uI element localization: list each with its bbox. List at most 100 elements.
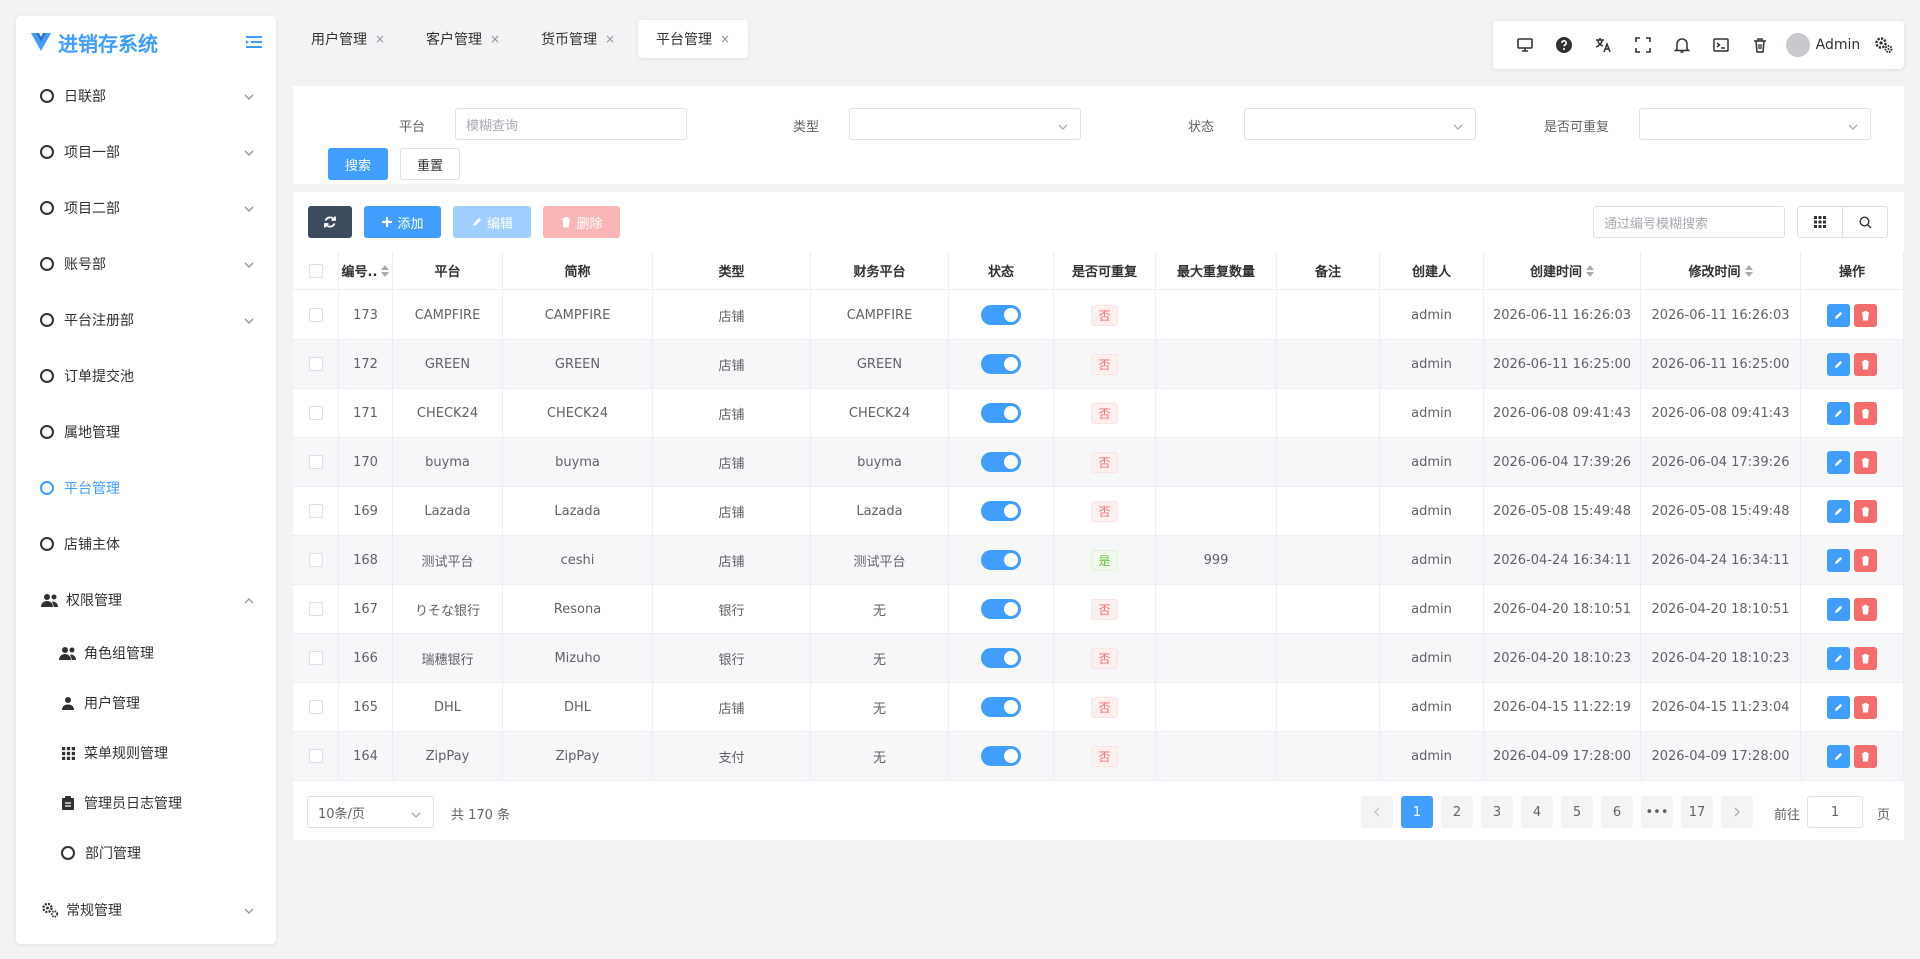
bell-icon[interactable] bbox=[1662, 25, 1701, 65]
table-row[interactable]: 166 瑞穗银行 Mizuho 银行 无 否 admin 2026-04-20 18:10:2… bbox=[293, 634, 1904, 683]
sort-icon[interactable] bbox=[381, 264, 390, 277]
id-search-input[interactable]: 通过编号模糊搜索 bbox=[1593, 206, 1785, 238]
col-created-header[interactable]: 创建时间 bbox=[1484, 252, 1641, 289]
sort-icon[interactable] bbox=[1744, 264, 1753, 277]
page-5-button[interactable]: 5 bbox=[1561, 796, 1593, 828]
repeat-filter-select[interactable] bbox=[1639, 108, 1871, 140]
row-delete-button[interactable] bbox=[1854, 695, 1877, 719]
table-row[interactable]: 173 CAMPFIRE CAMPFIRE 店铺 CAMPFIRE 否 admin 2026-… bbox=[293, 291, 1904, 340]
fullscreen-icon[interactable] bbox=[1623, 25, 1662, 65]
prev-page-button[interactable] bbox=[1361, 796, 1393, 828]
edit-button[interactable]: 编辑 bbox=[453, 206, 531, 238]
goto-page-input[interactable]: 1 bbox=[1807, 796, 1863, 828]
row-checkbox[interactable] bbox=[308, 602, 323, 616]
row-edit-button[interactable] bbox=[1827, 352, 1850, 376]
status-switch[interactable] bbox=[981, 354, 1021, 374]
page-size-select[interactable]: 10条/页 bbox=[307, 796, 434, 828]
page-17-button[interactable]: 17 bbox=[1681, 796, 1713, 828]
row-edit-button[interactable] bbox=[1827, 450, 1850, 474]
status-switch[interactable] bbox=[981, 746, 1021, 766]
avatar[interactable] bbox=[1786, 33, 1810, 57]
row-delete-button[interactable] bbox=[1854, 548, 1877, 572]
collapse-menu-icon[interactable] bbox=[244, 32, 264, 52]
row-edit-button[interactable] bbox=[1827, 597, 1850, 621]
add-button[interactable]: 添加 bbox=[364, 206, 441, 238]
row-edit-button[interactable] bbox=[1827, 695, 1850, 719]
settings-gears-icon[interactable] bbox=[1865, 25, 1904, 65]
sidebar-item-platform-management[interactable]: 平台管理 bbox=[16, 460, 276, 516]
page-6-button[interactable]: 6 bbox=[1601, 796, 1633, 828]
user-name[interactable]: Admin bbox=[1816, 37, 1865, 53]
row-edit-button[interactable] bbox=[1827, 744, 1850, 768]
close-icon[interactable]: × bbox=[490, 32, 500, 46]
status-switch[interactable] bbox=[981, 550, 1021, 570]
help-icon[interactable] bbox=[1544, 25, 1583, 65]
sidebar-item-project-2[interactable]: 项目二部 bbox=[16, 180, 276, 236]
close-icon[interactable]: × bbox=[375, 32, 385, 46]
select-all-checkbox[interactable] bbox=[308, 263, 323, 278]
page-3-button[interactable]: 3 bbox=[1481, 796, 1513, 828]
row-checkbox[interactable] bbox=[308, 700, 323, 714]
row-checkbox[interactable] bbox=[308, 357, 323, 371]
page-1-button[interactable]: 1 bbox=[1401, 796, 1433, 828]
row-delete-button[interactable] bbox=[1854, 597, 1877, 621]
sidebar-item-order-pool[interactable]: 订单提交池 bbox=[16, 348, 276, 404]
table-row[interactable]: 164 ZipPay ZipPay 支付 无 否 admin 2026-04-09 17:28… bbox=[293, 732, 1904, 781]
translate-icon[interactable] bbox=[1584, 25, 1623, 65]
sort-icon[interactable] bbox=[1586, 264, 1594, 277]
row-checkbox[interactable] bbox=[308, 553, 323, 567]
row-edit-button[interactable] bbox=[1827, 548, 1850, 572]
sidebar-item-platform-register[interactable]: 平台注册部 bbox=[16, 292, 276, 348]
page-ellipsis-button[interactable]: ••• bbox=[1641, 796, 1673, 828]
row-checkbox[interactable] bbox=[308, 504, 323, 518]
tab-currency-management[interactable]: 货币管理 × bbox=[523, 20, 633, 58]
reset-button[interactable]: 重置 bbox=[400, 148, 460, 180]
close-icon[interactable]: × bbox=[605, 32, 615, 46]
status-switch[interactable] bbox=[981, 648, 1021, 668]
page-2-button[interactable]: 2 bbox=[1441, 796, 1473, 828]
status-switch[interactable] bbox=[981, 501, 1021, 521]
sidebar-item-permissions[interactable]: 权限管理 bbox=[16, 572, 276, 628]
sidebar-item-territory[interactable]: 属地管理 bbox=[16, 404, 276, 460]
row-delete-button[interactable] bbox=[1854, 744, 1877, 768]
table-row[interactable]: 170 buyma buyma 店铺 buyma 否 admin 2026-06-04 17:… bbox=[293, 438, 1904, 487]
col-id-header[interactable]: 编号.. bbox=[339, 252, 393, 289]
row-checkbox[interactable] bbox=[308, 406, 323, 420]
row-edit-button[interactable] bbox=[1827, 303, 1850, 327]
sidebar-item-shop-entity[interactable]: 店铺主体 bbox=[16, 516, 276, 572]
tab-platform-management[interactable]: 平台管理 × bbox=[638, 20, 749, 58]
type-filter-select[interactable] bbox=[849, 108, 1081, 140]
row-delete-button[interactable] bbox=[1854, 499, 1877, 523]
status-filter-select[interactable] bbox=[1244, 108, 1476, 140]
delete-button[interactable]: 删除 bbox=[543, 206, 620, 238]
status-switch[interactable] bbox=[981, 599, 1021, 619]
trash-icon[interactable] bbox=[1741, 25, 1780, 65]
row-checkbox[interactable] bbox=[308, 749, 323, 763]
platform-filter-input[interactable]: 模糊查询 bbox=[455, 108, 687, 140]
table-row[interactable]: 167 りそな银行 Resona 银行 无 否 admin 2026-04-20 18:10:… bbox=[293, 585, 1904, 634]
tab-customer-management[interactable]: 客户管理 × bbox=[408, 20, 518, 58]
status-switch[interactable] bbox=[981, 403, 1021, 423]
submenu-user-management[interactable]: 用户管理 bbox=[16, 678, 276, 728]
status-switch[interactable] bbox=[981, 452, 1021, 472]
submenu-menu-rules[interactable]: 菜单规则管理 bbox=[16, 728, 276, 778]
table-row[interactable]: 168 测试平台 ceshi 店铺 测试平台 是 999 admin 2026-04-24 16… bbox=[293, 536, 1904, 585]
row-edit-button[interactable] bbox=[1827, 646, 1850, 670]
row-edit-button[interactable] bbox=[1827, 499, 1850, 523]
row-delete-button[interactable] bbox=[1854, 646, 1877, 670]
row-delete-button[interactable] bbox=[1854, 401, 1877, 425]
row-delete-button[interactable] bbox=[1854, 450, 1877, 474]
table-row[interactable]: 169 Lazada Lazada 店铺 Lazada 否 admin 2026-05-08 … bbox=[293, 487, 1904, 536]
submenu-role-groups[interactable]: 角色组管理 bbox=[16, 628, 276, 678]
submenu-admin-logs[interactable]: 管理员日志管理 bbox=[16, 778, 276, 828]
row-delete-button[interactable] bbox=[1854, 303, 1877, 327]
tab-user-management[interactable]: 用户管理 × bbox=[293, 20, 403, 58]
status-switch[interactable] bbox=[981, 305, 1021, 325]
terminal-icon[interactable] bbox=[1701, 25, 1740, 65]
search-button[interactable]: 搜索 bbox=[328, 148, 388, 180]
submenu-department[interactable]: 部门管理 bbox=[16, 828, 276, 878]
row-delete-button[interactable] bbox=[1854, 352, 1877, 376]
table-row[interactable]: 172 GREEN GREEN 店铺 GREEN 否 admin 2026-06-11 16:… bbox=[293, 340, 1904, 389]
grid-view-button[interactable] bbox=[1797, 206, 1843, 238]
monitor-icon[interactable] bbox=[1505, 25, 1544, 65]
